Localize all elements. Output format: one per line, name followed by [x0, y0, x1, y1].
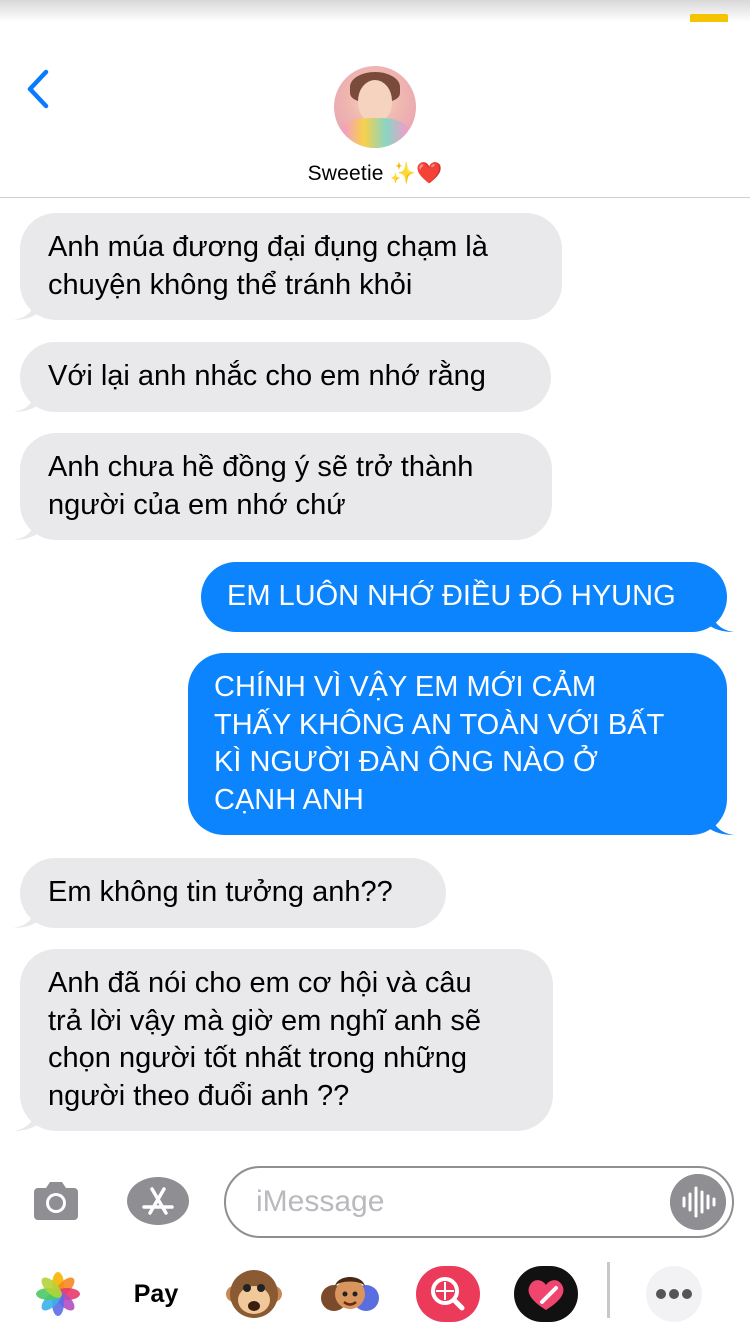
drawer-divider — [607, 1262, 610, 1318]
message-line: THẤY KHÔNG AN TOÀN VỚI BẤT — [214, 708, 665, 741]
avatar-flowers — [342, 118, 408, 148]
message-line: Với lại anh nhắc cho em nhớ rằng — [48, 360, 486, 392]
message-line: người của em nhớ chứ — [48, 488, 346, 521]
bubble-tail — [13, 516, 37, 540]
message-bubble-received[interactable]: Với lại anh nhắc cho em nhớ rằng — [13, 342, 551, 412]
bubble-tail — [710, 811, 734, 835]
message-bubble-sent[interactable]: EM LUÔN NHỚ ĐIỀU ĐÓ HYUNG — [201, 562, 734, 632]
contact-name[interactable]: Sweetie ✨❤️ — [0, 162, 750, 186]
message-bubble-sent[interactable]: CHÍNH VÌ VẬY EM MỚI CẢM THẤY KHÔNG AN TO… — [188, 653, 734, 835]
back-chevron-icon[interactable] — [20, 66, 60, 112]
bubble-tail — [710, 607, 734, 632]
conversation-header: Sweetie ✨❤️ — [0, 22, 750, 198]
bubble-tail — [13, 903, 37, 928]
message-bubble-received[interactable]: Anh múa đương đại đụng chạm là chuyện kh… — [13, 213, 562, 320]
message-line: EM LUÔN NHỚ ĐIỀU ĐÓ HYUNG — [227, 580, 676, 612]
message-bubble-received[interactable]: Em không tin tưởng anh?? — [13, 858, 446, 928]
message-line: chọn người tốt nhất trong những — [48, 1042, 468, 1074]
bubble-tail — [13, 1107, 37, 1131]
monkey-animoji-icon[interactable] — [220, 1264, 288, 1324]
photos-icon[interactable] — [24, 1264, 92, 1324]
bubble-tail — [13, 387, 37, 412]
message-line: Anh đã nói cho em cơ hội và câu — [48, 967, 472, 999]
message-line: Em không tin tưởng anh?? — [48, 876, 393, 908]
app-drawer: Pay — [0, 1254, 750, 1334]
more-icon[interactable] — [640, 1264, 708, 1324]
audio-message-icon[interactable] — [670, 1174, 726, 1230]
contact-avatar[interactable] — [334, 66, 416, 148]
message-line: người theo đuổi anh ?? — [48, 1079, 350, 1112]
message-input-field[interactable] — [224, 1166, 734, 1238]
digital-touch-icon[interactable] — [512, 1264, 580, 1324]
message-line: Anh chưa hề đồng ý sẽ trở thành — [48, 451, 474, 483]
apple-pay-label: Pay — [133, 1280, 179, 1308]
message-line: Anh múa đương đại đụng chạm là — [48, 231, 488, 263]
message-bubble-received[interactable]: Anh đã nói cho em cơ hội và câu trả lời … — [13, 949, 553, 1131]
message-line: KÌ NGƯỜI ĐÀN ÔNG NÀO Ở — [214, 746, 598, 778]
memoji-icon[interactable] — [316, 1264, 384, 1324]
search-images-icon[interactable] — [414, 1264, 482, 1324]
camera-icon[interactable] — [32, 1178, 80, 1222]
message-bubble-received[interactable]: Anh chưa hề đồng ý sẽ trở thành người củ… — [13, 433, 552, 540]
message-line: CẠNH ANH — [214, 783, 364, 816]
compose-bar — [0, 1160, 750, 1244]
message-line: chuyện không thể tránh khỏi — [48, 268, 413, 301]
avatar-face — [358, 80, 392, 122]
message-input[interactable] — [256, 1180, 656, 1224]
message-line: trả lời vậy mà giờ em nghĩ anh sẽ — [48, 1004, 481, 1037]
status-bar — [0, 0, 750, 28]
apple-pay-button[interactable]: Pay — [118, 1264, 194, 1324]
app-store-icon[interactable] — [126, 1176, 190, 1226]
bubble-tail — [13, 296, 37, 320]
message-line: CHÍNH VÌ VẬY EM MỚI CẢM — [214, 671, 597, 703]
